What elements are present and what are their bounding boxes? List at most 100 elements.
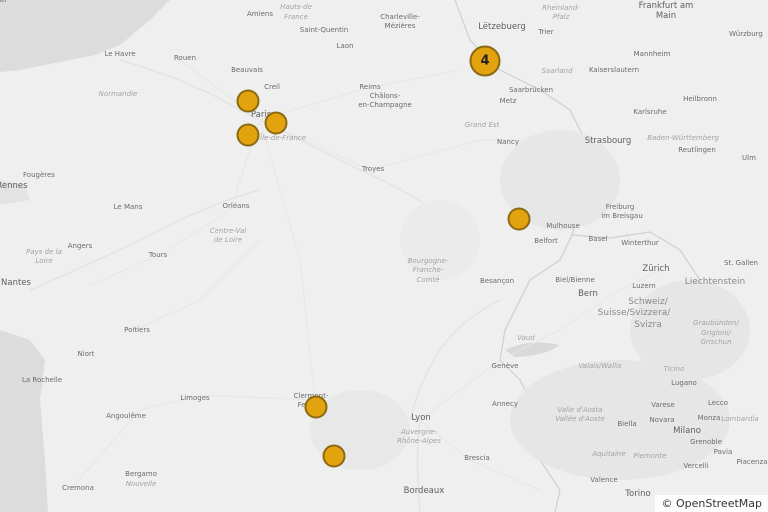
- cluster-marker-luxembourg[interactable]: 4: [469, 45, 501, 77]
- map-label: Grenoble: [690, 438, 722, 446]
- map-label: Mézières: [384, 22, 416, 30]
- map-label: Suisse/Svizzera/: [597, 308, 671, 318]
- marker-west-paris[interactable]: [236, 123, 260, 147]
- map-label: Zürich: [642, 264, 670, 274]
- map-label: Limoges: [180, 394, 210, 402]
- map-label: Monza: [697, 414, 721, 422]
- map-label: Lyon: [411, 413, 431, 423]
- map-label: Reutlingen: [678, 146, 716, 154]
- map-label: Bordeaux: [403, 486, 445, 496]
- map-label: Cremona: [62, 484, 94, 492]
- map-label: Le Havre: [104, 50, 136, 58]
- map-label: Bourgogne-: [407, 257, 449, 265]
- map-label: Winterthur: [621, 239, 659, 247]
- map-label: Baden-Württemberg: [647, 134, 719, 142]
- map-label: Main: [655, 11, 677, 21]
- map-label: Ticino: [663, 365, 685, 373]
- map-label: Grand Est: [464, 121, 500, 129]
- map-label: Lëtzebuerg: [478, 22, 526, 32]
- map-label: Vercelli: [683, 462, 709, 470]
- map-label: Svizra: [634, 320, 662, 330]
- map-label: Valence: [590, 476, 618, 484]
- map-label: Bern: [578, 289, 598, 299]
- map-label: Rennes: [0, 181, 28, 191]
- map-label: Saint-Quentin: [299, 26, 349, 34]
- map-label: de Loire: [213, 236, 243, 244]
- map-label: Poitiers: [124, 326, 150, 334]
- basemap: [0, 0, 750, 512]
- map-label: Tours: [148, 251, 168, 259]
- map-label: Vallée d'Aoste: [555, 415, 605, 423]
- map-label: Ulm: [742, 154, 756, 162]
- map-label: Torino: [625, 489, 651, 499]
- map-label: Le Mans: [113, 203, 143, 211]
- map-label: Kaiserslautern: [588, 66, 640, 74]
- map-label: Saarbrücken: [508, 86, 554, 94]
- map-label: Vaud: [517, 334, 535, 342]
- map-label: Reims: [359, 83, 381, 91]
- map-label: Valle d'Aosta: [557, 406, 603, 414]
- map-label: Laon: [336, 42, 354, 50]
- map-label: Bergamo: [125, 470, 157, 478]
- map-label: Belfort: [534, 237, 558, 245]
- map-label: Valais/Wallis: [578, 362, 622, 370]
- map-label: Auvergne-: [400, 428, 438, 436]
- map-label: Châlons-: [369, 92, 401, 100]
- map-label: Heilbronn: [683, 95, 717, 103]
- marker-east-paris[interactable]: [264, 111, 288, 135]
- map-label: Normandie: [98, 90, 138, 98]
- map-label: Pfalz: [552, 13, 570, 21]
- map-label: Luzern: [632, 282, 656, 290]
- map-label: Nouvelle: [125, 480, 157, 488]
- map-label: Freiburg: [605, 203, 635, 211]
- map-label: Brescia: [464, 454, 490, 462]
- map-label: Liechtenstein: [684, 277, 746, 287]
- map-label: Würzburg: [729, 30, 763, 38]
- map-label: Novara: [649, 416, 675, 424]
- map-label: Rheinland-: [542, 4, 580, 12]
- map-label: Pavia: [713, 448, 733, 456]
- map-label: Piemonte: [633, 452, 667, 460]
- map-label: Angers: [67, 242, 93, 250]
- marker-belfort[interactable]: [507, 207, 531, 231]
- map-label: Mannheim: [633, 50, 671, 58]
- map-label: Lecco: [707, 399, 729, 407]
- map-label: Basel: [588, 235, 608, 243]
- marker-north-paris[interactable]: [236, 89, 260, 113]
- map-label: Orléans: [222, 202, 250, 210]
- map-label: Beauvais: [231, 66, 263, 74]
- map-label: Piacenza: [736, 458, 768, 466]
- cluster-count: 4: [480, 53, 490, 69]
- map-label: Pays de la: [26, 248, 62, 256]
- map-label: Frankfurt am: [638, 1, 694, 11]
- map-canvas[interactable]: Amiens Hauts-de France Charleville- Mézières…: [0, 0, 768, 512]
- map-label: Troyes: [361, 165, 385, 173]
- map-label: Fougères: [23, 171, 55, 179]
- map-label: St. Gallen: [724, 259, 758, 267]
- map-label: Milano: [673, 426, 701, 436]
- map-label: Grischun: [700, 338, 732, 346]
- map-label: Rhône-Alpes: [397, 437, 441, 445]
- map-label: La Rochelle: [21, 376, 63, 384]
- map-label: Lombardia: [721, 415, 759, 423]
- map-label: Lugano: [671, 379, 697, 387]
- marker-clermont-ferrand[interactable]: [304, 395, 328, 419]
- marker-south-clermont[interactable]: [322, 444, 346, 468]
- map-label: Trier: [538, 28, 554, 36]
- map-label: Strasbourg: [584, 136, 632, 146]
- map-label: Besançon: [479, 277, 515, 285]
- map-label: Schweiz/: [628, 297, 668, 307]
- map-label: Mulhouse: [546, 222, 580, 230]
- map-label: France: [284, 13, 308, 21]
- map-label: Biel/Bienne: [555, 276, 595, 284]
- map-label: Grigioni/: [701, 329, 731, 337]
- map-label: Centre-Val: [209, 227, 247, 235]
- map-label: Asti: [0, 0, 7, 4]
- map-label: Varese: [651, 401, 675, 409]
- map-label: Aquitaine: [592, 450, 626, 458]
- map-label: Franche-: [412, 266, 444, 274]
- map-label: Niort: [77, 350, 95, 358]
- map-label: Biella: [617, 420, 637, 428]
- attribution[interactable]: © OpenStreetMap: [655, 495, 768, 512]
- map-label: Loire: [35, 257, 53, 265]
